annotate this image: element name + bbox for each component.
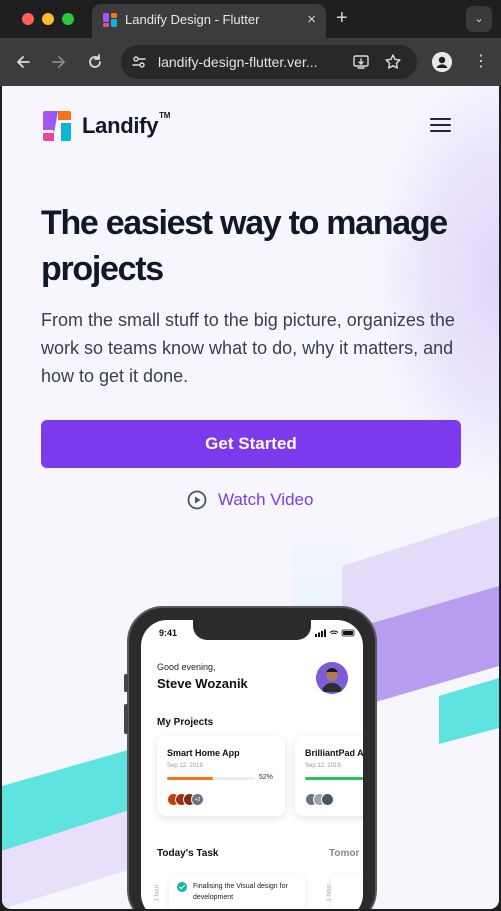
project-date: Sep 12, 2019 [305, 763, 341, 769]
member-avatar [321, 793, 334, 806]
close-window-button[interactable] [22, 13, 34, 25]
hero-subtext: From the small stuff to the big picture,… [41, 310, 455, 386]
landify-favicon-icon [103, 13, 117, 27]
project-progress-label: 52% [259, 774, 274, 781]
get-started-button[interactable]: Get Started [41, 420, 461, 468]
tab-close-icon[interactable]: × [307, 11, 316, 29]
address-bar[interactable]: landify-design-flutter.ver... [121, 45, 417, 79]
bookmark-star-icon[interactable] [384, 53, 402, 71]
check-circle-icon [177, 882, 187, 892]
tomorrow-heading: Tomor [329, 848, 360, 859]
phone-notch [193, 620, 311, 640]
user-avatar[interactable] [316, 662, 348, 694]
project-progress-fill [305, 777, 363, 780]
project-card[interactable]: BrilliantPad A Sep 12, 2019 [295, 736, 363, 816]
phone-mockup: 9:41 Good evening, Steve Wozanik My Proj… [124, 606, 377, 909]
new-tab-button[interactable]: + [336, 8, 348, 28]
back-arrow-icon[interactable] [12, 51, 34, 73]
project-progress-track [305, 777, 363, 780]
landing-page: LandifyTM The easiest way to manage proj… [2, 86, 499, 909]
browser-toolbar: landify-design-flutter.ver... ⋮ [0, 38, 501, 86]
more-members-badge: +2 [191, 793, 204, 806]
maximize-window-button[interactable] [62, 13, 74, 25]
brand-name[interactable]: LandifyTM [82, 111, 171, 139]
status-time: 9:41 [159, 628, 178, 638]
url-text[interactable]: landify-design-flutter.ver... [158, 54, 318, 70]
task-card[interactable]: Finalising the Visual design for develop… [169, 874, 305, 909]
task-text: Finalising the Visual design for develop… [193, 883, 288, 901]
status-bar-icons [315, 629, 355, 637]
person-avatar-icon [316, 662, 348, 694]
project-title: Smart Home App [167, 748, 240, 758]
project-title: BrilliantPad A [305, 748, 363, 758]
user-name: Steve Wozanik [157, 676, 248, 691]
tab-landify[interactable]: Landify Design - Flutter × [92, 4, 326, 38]
project-date: Sep 12, 2019 [167, 763, 203, 769]
profile-avatar-icon[interactable] [432, 52, 452, 72]
hamburger-menu-icon[interactable] [430, 118, 451, 132]
tab-title: Landify Design - Flutter [125, 12, 260, 27]
browser-window: Landify Design - Flutter × + ⌄ landify-d… [0, 0, 501, 911]
tab-search-button[interactable]: ⌄ [466, 6, 492, 32]
greeting-text: Good evening, [157, 662, 216, 672]
tab-strip: Landify Design - Flutter × + ⌄ [0, 0, 501, 38]
project-progress-fill [167, 777, 213, 780]
more-options-icon[interactable]: ⋮ [473, 51, 489, 73]
site-settings-icon[interactable] [130, 53, 148, 71]
project-progress-track [167, 777, 255, 780]
phone-volume-button [124, 704, 128, 734]
hour-label: 1 hour [154, 884, 161, 902]
project-card[interactable]: Smart Home App Sep 12, 2019 52% +2 [157, 736, 285, 816]
brand-text: Landify [82, 113, 159, 138]
todays-task-heading: Today's Task [157, 848, 219, 859]
minimize-window-button[interactable] [42, 13, 54, 25]
install-app-icon[interactable] [352, 53, 370, 71]
phone-screen: 9:41 Good evening, Steve Wozanik My Proj… [141, 620, 363, 909]
landify-logo-icon [43, 111, 71, 141]
my-projects-heading: My Projects [157, 717, 214, 728]
phone-side-button [124, 674, 128, 692]
task-card[interactable] [331, 874, 363, 909]
hero-headline: The easiest way to manage projects [41, 204, 448, 288]
trademark-mark: TM [159, 111, 171, 120]
forward-arrow-icon[interactable] [48, 51, 70, 73]
reload-icon[interactable] [84, 51, 106, 73]
